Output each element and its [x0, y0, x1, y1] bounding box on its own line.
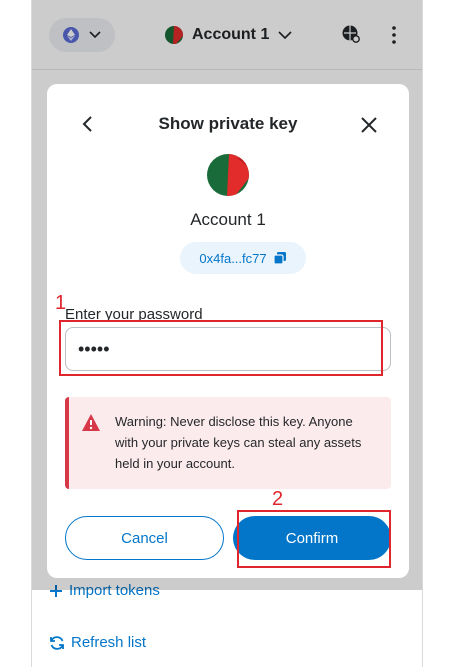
account-name: Account 1 — [190, 210, 266, 229]
refresh-icon — [50, 635, 64, 650]
close-icon[interactable] — [361, 117, 377, 133]
warning-text: Warning: Never disclose this key. Anyone… — [115, 414, 362, 471]
address-copy-button[interactable]: 0x4fa...fc77 — [180, 242, 306, 274]
account-address: 0x4fa...fc77 — [199, 250, 267, 266]
wallet-window: Account 1 Import tokens Refresh list Sho… — [31, 0, 423, 667]
copy-icon — [273, 252, 286, 265]
annotation-number: 2 — [272, 488, 284, 510]
refresh-list-label: Refresh list — [71, 634, 147, 651]
annotation-box — [237, 510, 391, 568]
refresh-list-link[interactable]: Refresh list — [49, 634, 146, 651]
account-avatar — [207, 154, 249, 196]
annotation-number: 1 — [55, 292, 67, 314]
warning-banner: Warning: Never disclose this key. Anyone… — [65, 397, 391, 489]
annotation-box — [59, 320, 383, 376]
cancel-button[interactable]: Cancel — [65, 516, 224, 560]
warning-icon — [82, 414, 100, 431]
modal-title: Show private key — [158, 114, 298, 133]
